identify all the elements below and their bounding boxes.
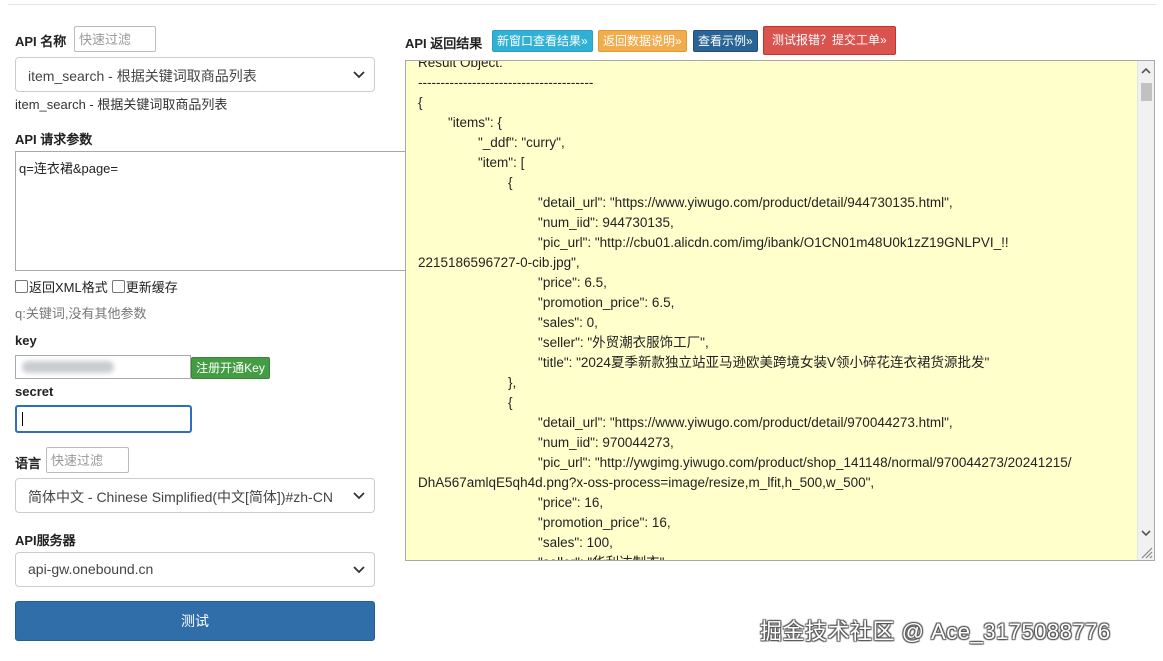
result-line: "promotion_price": 6.5, [418, 295, 675, 310]
server-select[interactable]: api-gw.onebound.cn [15, 552, 375, 587]
result-line: }, [418, 375, 517, 390]
key-label: key [15, 333, 37, 348]
result-line: "title": "2024夏季新款独立站亚马逊欧美跨境女装V领小碎花连衣裙货源… [418, 355, 990, 370]
chevron-down-icon [353, 566, 365, 574]
api-select[interactable]: item_search - 根据关键词取商品列表 [15, 57, 375, 92]
result-line: "detail_url": "https://www.yiwugo.com/pr… [418, 195, 953, 210]
result-line: "_ddf": "curry", [418, 135, 565, 150]
options-row: 返回XML格式 更新缓存 [15, 277, 182, 296]
scrollbar-thumb[interactable] [1141, 83, 1152, 101]
result-line: "pic_url": "http://cbu01.alicdn.com/img/… [418, 235, 1009, 250]
result-line: DhA567amlqE5qh4d.png?x-oss-process=image… [418, 475, 875, 490]
result-line: "seller": "外贸潮衣服饰工厂", [418, 335, 709, 350]
resize-grip-icon[interactable] [1139, 545, 1153, 559]
scroll-up-icon[interactable] [1141, 66, 1151, 76]
result-line: "price": 6.5, [418, 275, 607, 290]
chevron-down-icon [353, 492, 365, 500]
api-name-label: API 名称 [15, 34, 67, 49]
refresh-cache-checkbox[interactable] [111, 280, 125, 293]
refresh-cache-label: 更新缓存 [125, 280, 178, 295]
scroll-down-icon[interactable] [1141, 528, 1151, 538]
xml-format-checkbox[interactable] [15, 280, 28, 293]
result-line: Result Object: [418, 60, 503, 70]
view-example-button[interactable]: 查看示例» [693, 30, 758, 52]
result-line: --------------------------------------- [418, 75, 594, 90]
key-input[interactable] [15, 355, 191, 379]
text-caret [22, 412, 23, 426]
result-scrollbar[interactable] [1137, 61, 1154, 560]
request-params-label: API 请求参数 [15, 132, 93, 147]
result-line: { [418, 95, 423, 110]
result-line: "item": [ [418, 155, 525, 170]
result-line: "pic_url": "http://ywgimg.yiwugo.com/pro… [418, 455, 1072, 470]
data-description-button[interactable]: 返回数据说明» [598, 30, 687, 52]
language-label: 语言 [15, 456, 42, 471]
api-description: item_search - 根据关键词取商品列表 [15, 97, 228, 112]
result-line: "promotion_price": 16, [418, 515, 671, 530]
xml-format-label: 返回XML格式 [29, 280, 108, 295]
chevron-down-icon [353, 71, 365, 79]
result-line: "seller": "华利达制衣", [418, 553, 1140, 560]
language-select[interactable]: 简体中文 - Chinese Simplified(中文[简体])#zh-CN [15, 478, 375, 513]
result-line: "items": { [418, 115, 502, 130]
result-line: "num_iid": 970044273, [418, 435, 674, 450]
api-select-value: item_search - 根据关键词取商品列表 [28, 68, 257, 84]
server-label: API服务器 [15, 533, 76, 548]
result-line: "num_iid": 944730135, [418, 215, 674, 230]
request-params-textarea[interactable]: q=连衣裙&page= [15, 151, 410, 271]
result-textarea[interactable]: Result Object: --------------------------… [405, 60, 1155, 561]
server-select-value: api-gw.onebound.cn [28, 561, 154, 577]
result-line: { [418, 395, 513, 410]
language-filter-input[interactable] [46, 447, 129, 473]
redacted-key-value [22, 361, 114, 373]
language-select-value: 简体中文 - Chinese Simplified(中文[简体])#zh-CN [28, 489, 333, 505]
result-line: "sales": 100, [418, 535, 613, 550]
result-code: Result Object: --------------------------… [418, 60, 1140, 560]
register-key-button[interactable]: 注册开通Key [191, 357, 270, 379]
api-filter-input[interactable] [74, 26, 156, 52]
test-button[interactable]: 测试 [15, 601, 375, 641]
result-line: { [418, 175, 513, 190]
report-issue-button[interactable]: 测试报错？提交工单» [763, 26, 896, 55]
params-hint: q:关键词,没有其他参数 [15, 306, 147, 321]
secret-label: secret [15, 384, 54, 399]
result-line: "price": 16, [418, 495, 604, 510]
result-line: "sales": 0, [418, 315, 598, 330]
result-line: "detail_url": "https://www.yiwugo.com/pr… [418, 415, 953, 430]
watermark: 掘金技术社区 @ Ace_3175088776 [760, 619, 1111, 644]
open-new-window-button[interactable]: 新窗口查看结果» [492, 30, 593, 52]
result-label: API 返回结果 [405, 36, 483, 51]
secret-input[interactable] [15, 405, 192, 433]
result-line: 2215186596727-0-cib.jpg", [418, 255, 580, 270]
top-divider [8, 4, 1156, 5]
